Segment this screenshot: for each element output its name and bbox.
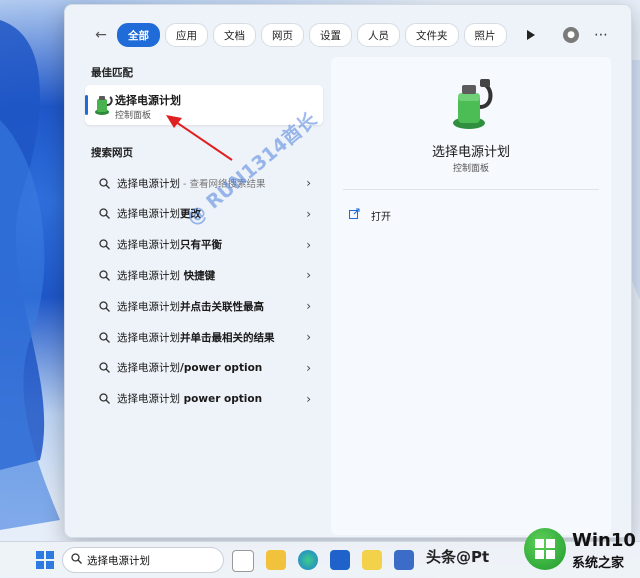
chevron-right-icon[interactable]: › bbox=[306, 361, 311, 375]
tab-all[interactable]: 全部 bbox=[117, 23, 160, 47]
web-result-item[interactable]: 选择电源计划 快捷键 › bbox=[85, 261, 323, 289]
task-view-icon[interactable] bbox=[232, 550, 254, 572]
open-external-icon bbox=[349, 208, 363, 222]
user-avatar-icon[interactable]: ● bbox=[561, 23, 581, 47]
web-result-item[interactable]: 选择电源计划并点击关联性最高 › bbox=[85, 292, 323, 320]
edge-browser-icon[interactable] bbox=[298, 550, 318, 570]
tab-documents[interactable]: 文档 bbox=[213, 23, 256, 47]
filter-tabs: ← 全部 应用 文档 网页 设置 人员 文件夹 照片 bbox=[89, 23, 512, 47]
chevron-right-icon[interactable]: › bbox=[306, 299, 311, 313]
tab-apps[interactable]: 应用 bbox=[165, 23, 208, 47]
search-icon bbox=[95, 239, 113, 251]
tab-settings[interactable]: 设置 bbox=[309, 23, 352, 47]
taskbar-search-box[interactable] bbox=[62, 547, 224, 573]
web-result-text: 选择电源计划并单击最相关的结果 bbox=[117, 331, 275, 344]
notepad-icon[interactable] bbox=[394, 550, 414, 570]
store-icon[interactable] bbox=[330, 550, 350, 570]
taskbar-search-input[interactable] bbox=[87, 554, 207, 566]
search-icon bbox=[71, 553, 82, 567]
best-match-subtitle: 控制面板 bbox=[115, 111, 152, 121]
chevron-right-icon[interactable]: › bbox=[306, 238, 311, 252]
selection-indicator bbox=[85, 95, 88, 115]
web-result-item[interactable]: 选择电源计划/power option › bbox=[85, 354, 323, 382]
chevron-right-icon[interactable]: › bbox=[306, 268, 311, 282]
divider bbox=[343, 189, 599, 190]
site-logo: Win10 系统之家 bbox=[514, 524, 640, 577]
web-result-text: 选择电源计划 power option bbox=[117, 393, 263, 406]
back-arrow-icon[interactable]: ← bbox=[89, 23, 113, 47]
search-icon bbox=[95, 270, 113, 281]
web-result-item[interactable]: 选择电源计划 power option › bbox=[85, 385, 323, 413]
search-icon bbox=[95, 301, 113, 312]
win10-logo-icon bbox=[524, 528, 566, 570]
chevron-right-icon[interactable]: › bbox=[306, 392, 311, 406]
tab-folders[interactable]: 文件夹 bbox=[405, 23, 459, 47]
power-options-icon bbox=[95, 96, 113, 115]
chevron-right-icon[interactable]: › bbox=[306, 330, 311, 344]
search-icon bbox=[95, 362, 113, 374]
search-icon bbox=[95, 177, 113, 189]
web-result-text: 选择电源计划并点击关联性最高 bbox=[117, 300, 264, 313]
start-search-panel: ← 全部 应用 文档 网页 设置 人员 文件夹 照片 ● ⋯ 最佳匹配 选择电源… bbox=[64, 4, 632, 538]
chevron-right-icon[interactable]: › bbox=[306, 207, 311, 221]
search-icon bbox=[95, 208, 113, 220]
site-logo-line1: Win10 bbox=[572, 530, 636, 551]
open-label: 打开 bbox=[371, 211, 391, 223]
tab-people[interactable]: 人员 bbox=[357, 23, 400, 47]
web-result-text: 选择电源计划 快捷键 bbox=[117, 269, 216, 282]
chevron-right-icon[interactable]: › bbox=[306, 176, 311, 190]
play-icon[interactable] bbox=[521, 23, 541, 47]
more-options-icon[interactable]: ⋯ bbox=[591, 23, 611, 47]
power-options-large-icon bbox=[453, 79, 493, 129]
web-search-heading: 搜索网页 bbox=[91, 147, 133, 159]
search-icon bbox=[95, 331, 113, 343]
web-result-item[interactable]: 选择电源计划只有平衡 › bbox=[85, 231, 323, 259]
best-match-heading: 最佳匹配 bbox=[91, 67, 133, 79]
tab-photos[interactable]: 照片 bbox=[463, 23, 507, 47]
web-result-text: 选择电源计划/power option bbox=[117, 362, 263, 375]
web-result-item[interactable]: 选择电源计划并单击最相关的结果 › bbox=[85, 323, 323, 351]
web-result-text: 选择电源计划只有平衡 bbox=[117, 239, 222, 252]
best-match-title: 选择电源计划 bbox=[115, 94, 181, 107]
file-explorer-icon[interactable] bbox=[266, 550, 286, 570]
preview-subtitle: 控制面板 bbox=[452, 164, 489, 174]
app-icon[interactable] bbox=[362, 550, 382, 570]
tab-web[interactable]: 网页 bbox=[261, 23, 304, 47]
preview-pane: 选择电源计划 控制面板 打开 bbox=[331, 57, 611, 535]
windows-start-icon[interactable] bbox=[36, 551, 54, 569]
search-icon bbox=[95, 393, 113, 405]
preview-title: 选择电源计划 bbox=[431, 145, 510, 160]
open-action[interactable]: 打开 bbox=[349, 205, 391, 225]
site-logo-line2: 系统之家 bbox=[572, 556, 625, 571]
toutiao-watermark: 头条@Pt bbox=[426, 548, 490, 566]
